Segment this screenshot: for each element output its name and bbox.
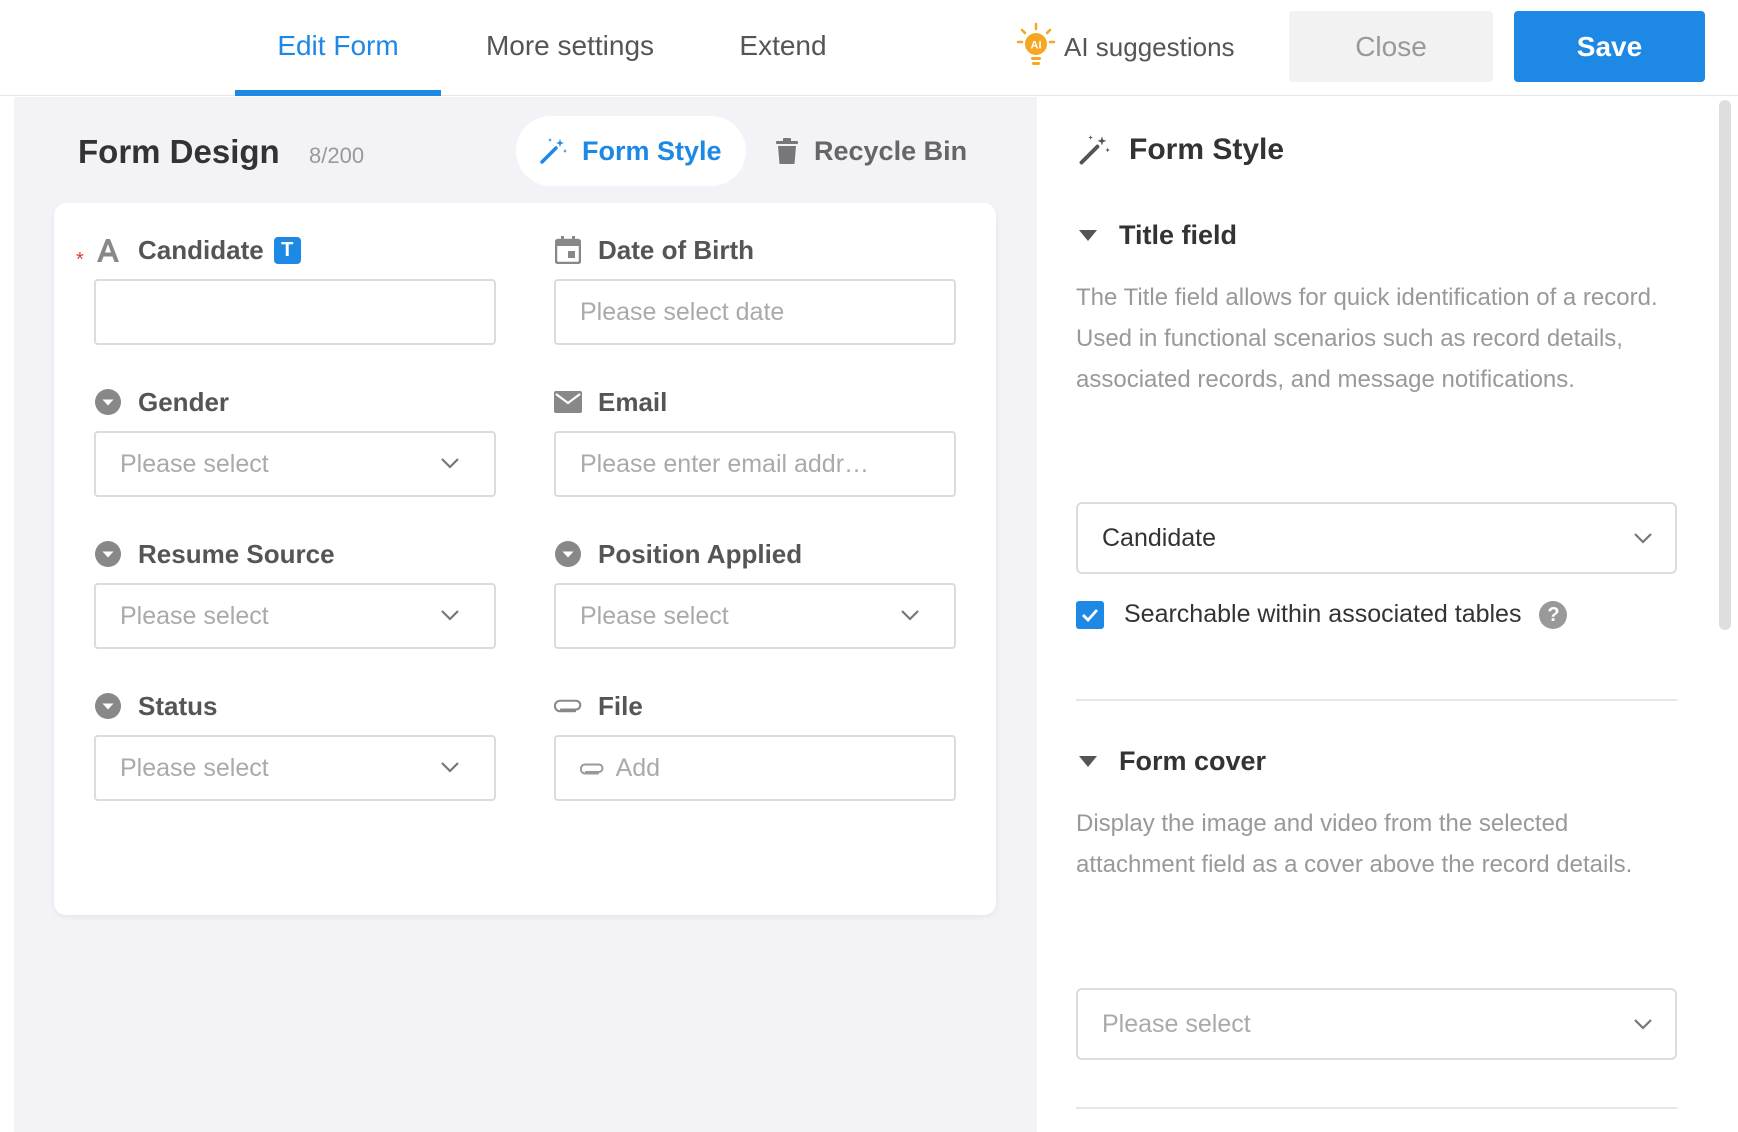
chevron-down-icon — [441, 610, 459, 621]
field-label-date-of-birth[interactable]: Date of Birth — [554, 230, 754, 270]
form-style-panel: Form Style Title field The Title field a… — [1037, 97, 1738, 1132]
field-label-text: File — [598, 690, 643, 721]
panel-title-label: Form Style — [1129, 133, 1285, 166]
dropdown-circle-icon — [94, 692, 122, 720]
dropdown-circle-icon — [94, 388, 122, 416]
text-icon — [94, 236, 122, 264]
section-divider — [1076, 1107, 1677, 1109]
help-icon[interactable]: ? — [1539, 600, 1568, 629]
tab-extend[interactable]: Extend — [725, 0, 841, 96]
dropdown-circle-icon — [554, 540, 582, 568]
status-select[interactable]: Please select — [94, 735, 496, 801]
gender-select[interactable]: Please select — [94, 431, 496, 497]
field-label-candidate[interactable]: Candidate T — [94, 230, 301, 270]
chevron-down-icon — [441, 762, 459, 773]
field-label-text: Gender — [138, 386, 230, 417]
title-field-description: The Title field allows for quick identif… — [1076, 284, 1658, 393]
form-style-label: Form Style — [582, 135, 722, 166]
title-field-select[interactable]: Candidate — [1076, 502, 1677, 574]
collapse-triangle-icon — [1079, 756, 1097, 767]
checkmark-icon — [1082, 608, 1099, 622]
tab-more-settings[interactable]: More settings — [470, 0, 670, 96]
status-placeholder: Please select — [120, 754, 269, 782]
form-style-button[interactable]: Form Style — [516, 116, 746, 186]
title-field-section-toggle[interactable]: Title field — [1079, 220, 1237, 251]
searchable-option: Searchable within associated tables ? — [1076, 600, 1568, 629]
form-cover-placeholder: Please select — [1102, 1010, 1251, 1038]
chevron-down-icon — [1634, 1019, 1652, 1030]
field-label-file[interactable]: File — [554, 686, 643, 726]
date-of-birth-input[interactable]: Please select date — [554, 279, 956, 345]
field-label-text: Resume Source — [138, 538, 335, 569]
field-label-resume-source[interactable]: Resume Source — [94, 534, 335, 574]
form-design-area: Form Design 8/200 Form Style Recycle Bin… — [14, 97, 1037, 1132]
form-cover-select[interactable]: Please select — [1076, 988, 1677, 1060]
calendar-icon — [554, 236, 582, 264]
email-input[interactable]: Please enter email addr… — [554, 431, 956, 497]
tab-edit-form[interactable]: Edit Form — [235, 0, 441, 96]
left-edge — [0, 97, 14, 1132]
field-label-text: Candidate — [138, 234, 264, 265]
form-cover-section-toggle[interactable]: Form cover — [1079, 746, 1266, 777]
section-divider — [1076, 699, 1677, 701]
field-label-position-applied[interactable]: Position Applied — [554, 534, 802, 574]
field-label-text: Email — [598, 386, 668, 417]
field-label-gender[interactable]: Gender — [94, 382, 229, 422]
field-label-text: Status — [138, 690, 218, 721]
field-label-status[interactable]: Status — [94, 686, 217, 726]
resume-source-select[interactable]: Please select — [94, 583, 496, 649]
ai-suggestions-button[interactable]: AI AI suggestions — [1016, 22, 1235, 72]
field-label-email[interactable]: Email — [554, 382, 667, 422]
top-bar: Edit Form More settings Extend AI AI sug… — [0, 0, 1738, 96]
form-card: * Candidate T Date of Birth Please selec… — [54, 203, 996, 915]
file-add-button[interactable]: Add — [554, 735, 956, 801]
file-add-label: Add — [615, 754, 661, 782]
magic-wand-icon — [540, 138, 567, 164]
form-cover-description: Display the image and video from the sel… — [1076, 810, 1633, 878]
resume-source-placeholder: Please select — [120, 602, 269, 630]
recycle-bin-label: Recycle Bin — [814, 135, 968, 166]
magic-wand-icon — [1079, 135, 1110, 165]
chevron-down-icon — [441, 458, 459, 469]
svg-text:AI: AI — [1031, 40, 1042, 52]
position-applied-select[interactable]: Please select — [554, 583, 956, 649]
collapse-triangle-icon — [1079, 230, 1097, 241]
field-label-text: Date of Birth — [598, 234, 754, 265]
position-applied-placeholder: Please select — [580, 602, 729, 630]
searchable-label: Searchable within associated tables — [1124, 600, 1522, 628]
save-button[interactable]: Save — [1514, 11, 1705, 82]
required-marker: * — [76, 249, 84, 271]
field-count: 8/200 — [309, 143, 365, 168]
envelope-icon — [554, 388, 582, 416]
close-button[interactable]: Close — [1289, 11, 1493, 82]
paperclip-icon — [580, 763, 604, 775]
panel-title: Form Style — [1077, 133, 1284, 167]
dropdown-circle-icon — [94, 540, 122, 568]
gender-placeholder: Please select — [120, 450, 269, 478]
panel-scrollbar[interactable] — [1719, 100, 1731, 630]
recycle-bin-button[interactable]: Recycle Bin — [776, 116, 967, 186]
page-title: Form Design — [78, 133, 280, 170]
candidate-input[interactable] — [94, 279, 496, 345]
ai-suggestions-label: AI suggestions — [1064, 31, 1235, 62]
chevron-down-icon — [901, 610, 919, 621]
chevron-down-icon — [1634, 533, 1652, 544]
form-cover-heading: Form cover — [1119, 746, 1267, 776]
paperclip-icon — [554, 692, 582, 720]
trash-icon — [776, 138, 798, 164]
field-label-text: Position Applied — [598, 538, 803, 569]
title-field-heading: Title field — [1119, 220, 1238, 250]
active-tab-indicator — [235, 90, 441, 96]
title-field-selected-value: Candidate — [1102, 524, 1216, 552]
title-field-badge: T — [273, 236, 301, 264]
searchable-checkbox[interactable] — [1076, 600, 1104, 629]
lightbulb-icon: AI — [1016, 22, 1056, 72]
